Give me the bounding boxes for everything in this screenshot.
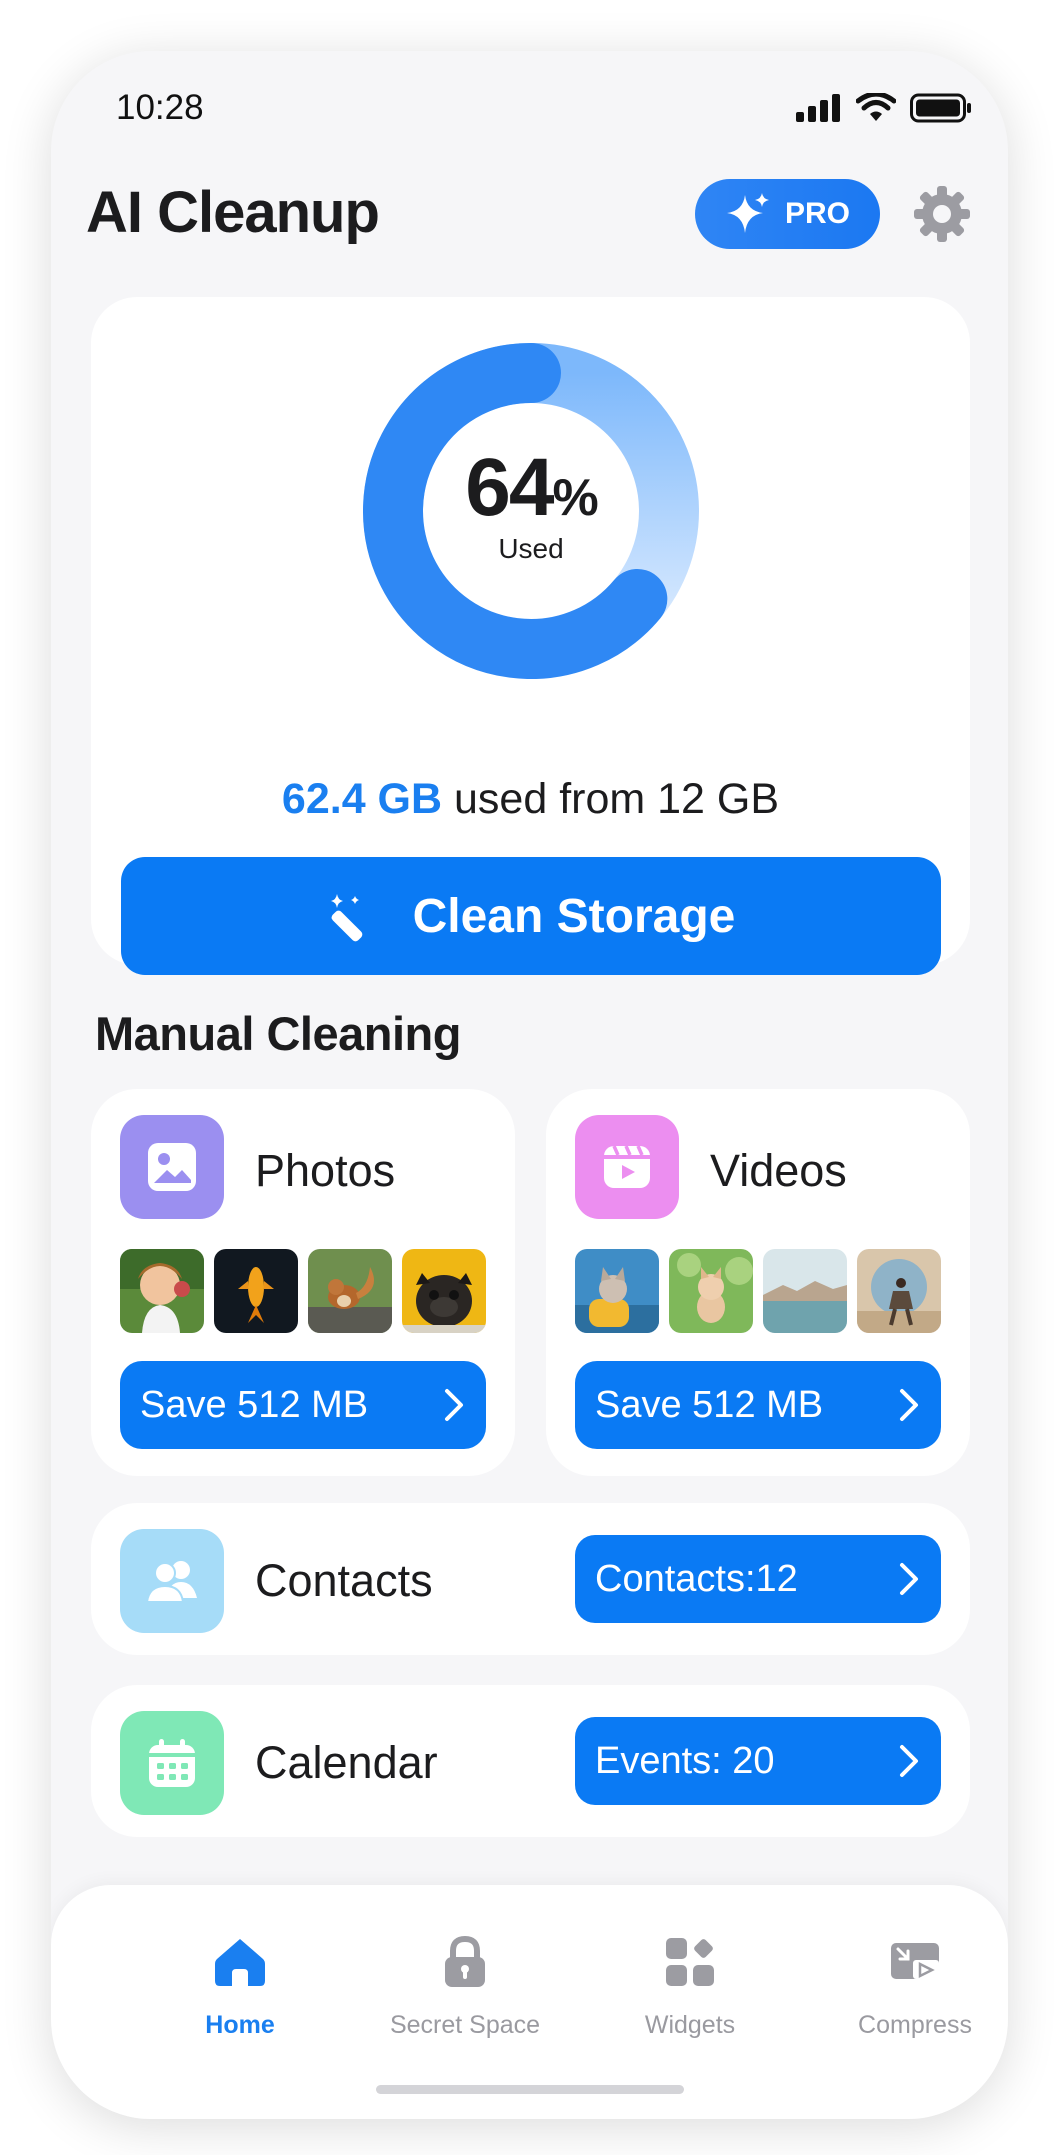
photos-save-button[interactable]: Save 512 MB: [120, 1361, 486, 1449]
video-thumbnail-person[interactable]: [857, 1249, 941, 1333]
video-thumbnail-kitten[interactable]: [669, 1249, 753, 1333]
tab-widgets-label: Widgets: [644, 2011, 736, 2039]
tab-home-label: Home: [205, 2011, 275, 2039]
calendar-button[interactable]: Events: 20: [575, 1717, 941, 1805]
home-icon: [215, 1939, 265, 1986]
status-icons: [796, 93, 972, 123]
tab-bar: Home Secret Space Widgets Compress: [51, 1885, 1008, 2119]
photos-card[interactable]: Photos Save 512 MB: [91, 1089, 515, 1476]
battery-icon: [910, 93, 971, 123]
videos-save-label: Save 512 MB: [595, 1383, 824, 1426]
tab-compress[interactable]: Compress: [815, 1935, 1008, 2040]
videos-thumbnails: [575, 1249, 941, 1333]
pro-button[interactable]: PRO: [695, 179, 880, 249]
photo-thumbnail-fish[interactable]: [214, 1249, 298, 1333]
video-clip-icon: [604, 1145, 650, 1188]
lock-icon: [445, 1935, 485, 1987]
used-amount: 62.4 GB: [281, 775, 443, 823]
home-indicator: [376, 2085, 684, 2094]
phone-screen: 10:28 AI Cleanup PRO 64% Used 62.4 GB us…: [51, 51, 1008, 2119]
settings-gear-icon[interactable]: [911, 183, 973, 245]
contacts-button[interactable]: Contacts:12: [575, 1535, 941, 1623]
page-title: AI Cleanup: [86, 180, 380, 245]
videos-save-button[interactable]: Save 512 MB: [575, 1361, 941, 1449]
compress-icon: [891, 1943, 939, 1979]
pro-label: PRO: [784, 197, 850, 230]
cellular-signal-icon: [796, 94, 840, 122]
contacts-card[interactable]: Contacts Contacts:12: [91, 1503, 970, 1655]
calendar-icon: [149, 1739, 195, 1787]
magic-wand-icon: [330, 894, 362, 942]
contacts-app-icon: [120, 1529, 224, 1633]
videos-app-icon: [575, 1115, 679, 1219]
status-bar: 10:28: [51, 51, 1008, 161]
photo-icon: [148, 1143, 196, 1191]
used-label: Used: [498, 533, 564, 564]
photos-save-label: Save 512 MB: [140, 1383, 369, 1426]
ring-center: 64% Used: [363, 343, 699, 679]
tab-compress-label: Compress: [858, 2011, 972, 2039]
wifi-icon: [856, 93, 896, 121]
photos-label: Photos: [255, 1145, 396, 1196]
photo-thumbnail-squirrel[interactable]: [308, 1249, 392, 1333]
section-title: Manual Cleaning: [95, 1007, 461, 1060]
used-suffix: used from 12 GB: [442, 775, 780, 823]
storage-percent: 64%: [465, 442, 598, 533]
clean-storage-button[interactable]: Clean Storage: [121, 857, 941, 975]
tab-widgets[interactable]: Widgets: [590, 1935, 790, 2040]
tab-secret-space[interactable]: Secret Space: [365, 1935, 565, 2040]
tab-home[interactable]: Home: [140, 1935, 340, 2040]
chevron-right-icon: [900, 1745, 918, 1777]
photos-thumbnails: [120, 1249, 486, 1333]
videos-label: Videos: [710, 1145, 847, 1196]
contacts-label: Contacts: [255, 1555, 433, 1606]
storage-usage-text: 62.4 GB used from 12 GB: [91, 775, 970, 824]
video-thumbnail-cat[interactable]: [575, 1249, 659, 1333]
videos-card[interactable]: Videos Save 512 MB: [546, 1089, 970, 1476]
chevron-right-icon: [445, 1389, 463, 1421]
chevron-right-icon: [900, 1389, 918, 1421]
sparkle-icon: [726, 193, 769, 233]
clean-storage-label: Clean Storage: [412, 889, 736, 943]
calendar-app-icon: [120, 1711, 224, 1815]
tab-secret-space-label: Secret Space: [389, 2011, 541, 2039]
video-thumbnail-lake[interactable]: [763, 1249, 847, 1333]
calendar-card[interactable]: Calendar Events: 20: [91, 1685, 970, 1837]
photo-thumbnail-child[interactable]: [120, 1249, 204, 1333]
status-time: 10:28: [116, 88, 204, 127]
contacts-people-icon: [145, 1561, 197, 1603]
photos-app-icon: [120, 1115, 224, 1219]
widgets-icon: [666, 1938, 714, 1986]
calendar-label: Calendar: [255, 1737, 438, 1788]
contacts-count-label: Contacts:12: [595, 1557, 798, 1600]
calendar-events-label: Events: 20: [595, 1739, 775, 1782]
storage-card: 64% Used 62.4 GB used from 12 GB Clean S…: [91, 297, 970, 975]
photo-thumbnail-pug[interactable]: [402, 1249, 486, 1333]
chevron-right-icon: [900, 1563, 918, 1595]
